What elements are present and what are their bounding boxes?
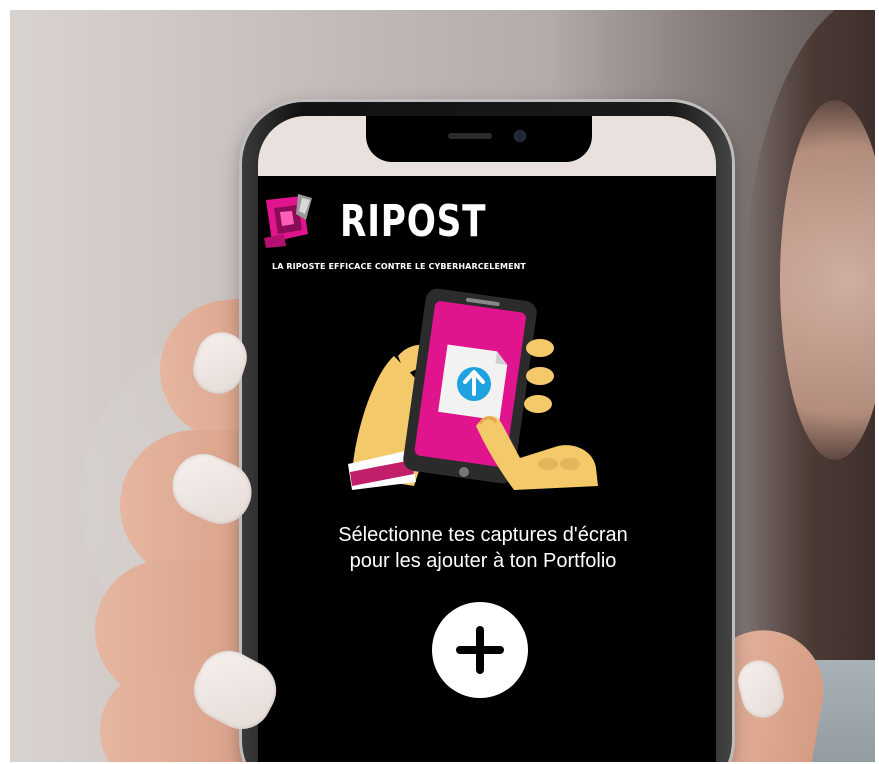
add-screenshots-button[interactable] xyxy=(432,602,528,698)
hand-holding-phone-upload-icon xyxy=(348,288,598,490)
camera-icon xyxy=(514,130,526,142)
instruction-text: Sélectionne tes captures d'écran pour le… xyxy=(298,522,668,574)
smartphone: RIPOST LA RIPOSTE EFFICACE CONTRE LE CYB… xyxy=(242,102,732,762)
app-screen: RIPOST LA RIPOSTE EFFICACE CONTRE LE CYB… xyxy=(258,176,716,762)
ripost-logo-icon xyxy=(264,194,312,248)
speaker-icon xyxy=(448,133,492,139)
app-title: RIPOST xyxy=(340,196,487,247)
instruction-line-2: pour les ajouter à ton Portfolio xyxy=(349,550,617,572)
phone-notch xyxy=(366,116,592,162)
phone-bezel: RIPOST LA RIPOSTE EFFICACE CONTRE LE CYB… xyxy=(258,116,716,762)
app-tagline: LA RIPOSTE EFFICACE CONTRE LE CYBERHARCE… xyxy=(272,262,526,271)
instruction-line-1: Sélectionne tes captures d'écran xyxy=(338,524,628,546)
plus-icon xyxy=(456,626,504,674)
photo-background: RIPOST LA RIPOSTE EFFICACE CONTRE LE CYB… xyxy=(10,10,875,762)
